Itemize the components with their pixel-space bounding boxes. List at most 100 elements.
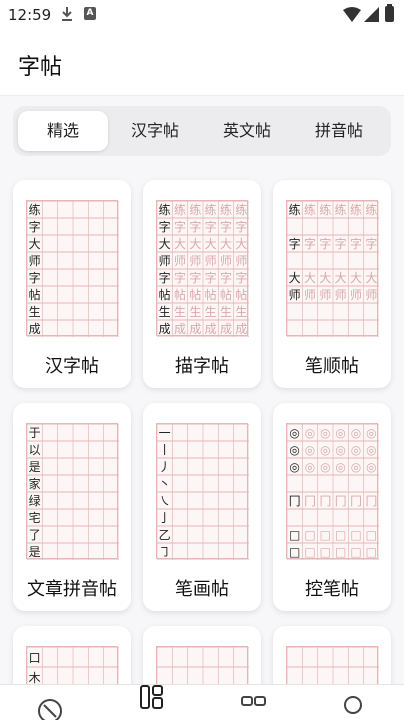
copybook-trace-char: 师: [235, 254, 247, 268]
search-icon[interactable]: [341, 693, 369, 720]
tab-chinese[interactable]: 汉字帖: [110, 111, 200, 151]
copybook-char: 于: [29, 426, 41, 440]
tab-english[interactable]: 英文帖: [202, 111, 292, 151]
copybook-trace-char: 师: [350, 288, 362, 302]
copybook-char: 宅: [29, 510, 41, 525]
copybook-trace-char: 成: [220, 322, 232, 336]
copybook-trace-char: ◎: [366, 426, 376, 440]
copybook-trace-char: 大: [174, 237, 186, 251]
copybook-char: 了: [29, 528, 41, 542]
tab-featured[interactable]: 精选: [18, 111, 108, 151]
copybook-trace-char: □: [335, 545, 346, 559]
copybook-char: ◎: [289, 460, 299, 474]
copybook-grid: ◎ ◎ ◎ ◎ ◎ ◎◎ ◎ ◎ ◎ ◎ ◎◎ ◎ ◎ ◎ ◎ ◎冂冂冂冂冂冂□ □ □ □ □ □□ □ □ □ □ □: [286, 423, 380, 561]
status-bar: 12:59 A: [0, 0, 404, 30]
copybook-trace-char: 师: [335, 288, 347, 302]
copybook-char: 字: [159, 270, 171, 285]
card-hanzi-tie[interactable]: 练字大师字帖生成 汉字帖: [13, 180, 131, 388]
copybook-char: 字: [29, 219, 41, 234]
copybook-grid: 于以是家绿宅了是: [26, 423, 120, 561]
copybook-char: 亅: [159, 511, 171, 525]
copybook-trace-char: 师: [205, 254, 217, 268]
copybook-trace-char: 大: [335, 271, 347, 285]
copybook-trace-char: 冂: [304, 494, 316, 508]
card-bihua-tie[interactable]: 一丨丿丶㇏亅乙㇆ 笔画帖: [143, 403, 261, 611]
copybook-trace-char: 字: [365, 236, 377, 251]
card-label: 文章拼音帖: [27, 579, 117, 600]
copybook-trace-char: ◎: [305, 460, 315, 474]
category-tabs: 精选 汉字帖 英文帖 拼音帖: [13, 106, 391, 156]
copybook-trace-char: 字: [189, 270, 201, 285]
copybook-trace-char: 练: [189, 202, 201, 217]
copybook-trace-char: 生: [205, 305, 217, 319]
app-bar: 字帖: [0, 30, 404, 96]
copybook-char: 字: [29, 270, 41, 285]
copybook-char: 成: [29, 322, 41, 336]
copybook-trace-char: ◎: [335, 443, 345, 457]
card-thumbnail: ◎ ◎ ◎ ◎ ◎ ◎ ◎ ◎ ◎ ◎ ◎ ◎ ◎ ◎ ◎ ◎ ◎ ◎ 冂冂冂冂冂冂 □ □ □ □ □ □ □ □ □ □ □ □: [286, 423, 380, 561]
copybook-trace-char: 练: [319, 202, 331, 217]
copybook-char: 大: [289, 271, 301, 285]
card-thumbnail: 于以是家绿宅了是: [26, 423, 120, 561]
copybook-trace-char: 冂: [319, 494, 331, 508]
page-title: 字帖: [18, 55, 63, 80]
card-bishun-tie[interactable]: 练练练练练练字字字字字字大大大大大大师师师师师师 笔顺帖: [273, 180, 391, 388]
copybook-trace-char: 师: [304, 288, 316, 302]
copybook-trace-char: ◎: [320, 460, 330, 474]
status-time: 12:59: [8, 6, 52, 24]
copybook-char: 帖: [29, 287, 41, 302]
copybook-trace-char: □: [350, 545, 361, 559]
copybook-trace-char: 帖: [235, 287, 247, 302]
copybook-trace-char: 成: [174, 322, 186, 336]
copybook-trace-char: 大: [220, 237, 232, 251]
copybook-trace-char: 冂: [335, 494, 347, 508]
card-miaozi-tie[interactable]: 练练练练练练字字字字字字大大大大大大师师师师师师字字字字字字帖帖帖帖帖帖生生生生…: [143, 180, 261, 388]
a-badge-icon: A: [84, 7, 96, 20]
copybook-trace-char: ◎: [305, 426, 315, 440]
copybook-trace-char: 字: [235, 219, 247, 234]
copybook-char: 丶: [159, 477, 171, 491]
copybook-trace-char: ◎: [351, 460, 361, 474]
copybook-trace-char: ◎: [335, 426, 345, 440]
cards-icon[interactable]: [240, 693, 268, 720]
copybook-char: 练: [289, 202, 301, 217]
copybook-char: ◎: [289, 426, 299, 440]
copybook-trace-char: 字: [335, 236, 347, 251]
copybook-char: 帖: [159, 287, 171, 302]
card-kongbi-tie[interactable]: ◎ ◎ ◎ ◎ ◎ ◎ ◎ ◎ ◎ ◎ ◎ ◎ ◎ ◎ ◎ ◎ ◎ ◎ 冂冂冂冂冂冂 □ □ □ □ □ □ □ □ □ □ □ □ 控笔帖: [273, 403, 391, 611]
copybook-trace-char: 练: [335, 202, 347, 217]
copybook-trace-char: 生: [235, 305, 247, 319]
copybook-trace-char: ◎: [320, 426, 330, 440]
card-label: 笔画帖: [175, 579, 229, 600]
copybook-trace-char: ◎: [320, 443, 330, 457]
copybook-trace-char: 练: [365, 202, 377, 217]
grid-icon[interactable]: [138, 683, 166, 711]
copybook-trace-char: □: [366, 545, 377, 559]
copybook-char: 冂: [289, 494, 301, 508]
copybook-trace-char: 练: [174, 202, 186, 217]
copybook-trace-char: ◎: [366, 460, 376, 474]
copybook-trace-char: 大: [350, 271, 362, 285]
copybook-grid: 一丨丿丶㇏亅乙㇆: [156, 423, 250, 561]
copybook-char: 大: [29, 237, 41, 251]
card-article-pinyin-tie[interactable]: 于以是家绿宅了是 文章拼音帖: [13, 403, 131, 611]
card-thumbnail: 练字大师字帖生成: [26, 200, 120, 338]
copybook-trace-char: ◎: [366, 443, 376, 457]
compass-icon[interactable]: [36, 693, 64, 720]
copybook-trace-char: 成: [205, 322, 217, 336]
copybook-trace-char: 字: [220, 219, 232, 234]
tab-pinyin[interactable]: 拼音帖: [294, 111, 384, 151]
copybook-trace-char: 帖: [174, 287, 186, 302]
copybook-trace-char: 字: [205, 219, 217, 234]
copybook-char: 练: [29, 202, 41, 217]
copybook-trace-char: 练: [304, 202, 316, 217]
copybook-trace-char: 师: [319, 288, 331, 302]
copybook-char: 一: [159, 426, 171, 440]
copybook-trace-char: □: [320, 528, 331, 542]
copybook-trace-char: 字: [319, 236, 331, 251]
copybook-char: 练: [159, 202, 171, 217]
copybook-trace-char: 练: [350, 202, 362, 217]
copybook-trace-char: 冂: [365, 494, 377, 508]
copybook-trace-char: 师: [174, 254, 186, 268]
copybook-trace-char: 大: [189, 237, 201, 251]
